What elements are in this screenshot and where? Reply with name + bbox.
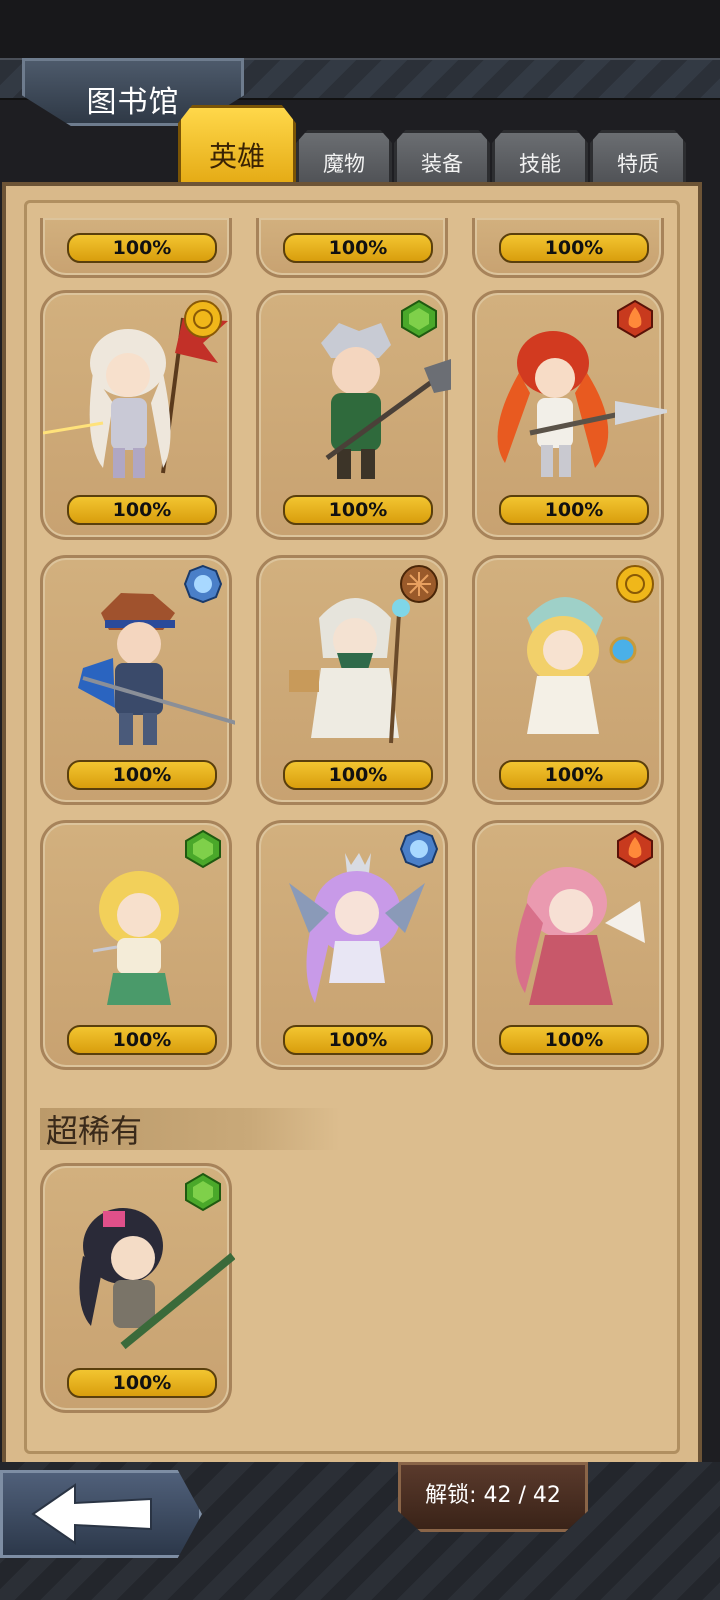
hero-card[interactable]: 100% (472, 555, 664, 805)
hero-card[interactable]: 100% (472, 820, 664, 1070)
tab-monsters[interactable]: 魔物 (296, 130, 392, 189)
hero-card-partial[interactable]: 100% (40, 218, 232, 278)
light-sun-icon (616, 565, 654, 603)
unlock-counter: 解锁: 42 / 42 (425, 1483, 561, 1508)
tab-skills[interactable]: 技能 (492, 130, 588, 189)
section-title: 超稀有 (46, 1112, 143, 1150)
hero-card[interactable]: 100% (472, 290, 667, 540)
progress-label: 100% (283, 760, 433, 790)
back-arrow-icon (31, 1483, 152, 1545)
hero-card[interactable]: 100% (256, 555, 448, 805)
progress-label: 100% (67, 1025, 217, 1055)
back-button[interactable] (0, 1470, 202, 1558)
progress-label: 100% (67, 495, 217, 525)
earth-rune-icon (400, 565, 438, 603)
unlock-counter-plate: 解锁: 42 / 42 (398, 1462, 588, 1532)
tab-equipment[interactable]: 装备 (394, 130, 490, 189)
top-dark-area (0, 0, 720, 60)
hero-card[interactable]: 100% (256, 820, 448, 1070)
hero-card[interactable]: 100% (40, 1163, 235, 1413)
progress-label: 100% (283, 233, 433, 263)
hero-card[interactable]: 100% (40, 290, 232, 540)
progress-label: 100% (499, 495, 649, 525)
progress-label: 100% (67, 1368, 217, 1398)
water-frost-icon (183, 564, 223, 604)
hero-card-partial[interactable]: 100% (256, 218, 448, 278)
fire-flame-icon (617, 299, 653, 339)
tab-heroes[interactable]: 英雄 (178, 105, 296, 188)
progress-label: 100% (67, 233, 217, 263)
hero-card[interactable]: 100% (256, 290, 451, 540)
light-sun-icon (184, 300, 222, 338)
hero-card-partial[interactable]: 100% (472, 218, 664, 278)
tab-traits[interactable]: 特质 (590, 130, 686, 189)
water-frost-icon (399, 829, 439, 869)
progress-label: 100% (283, 1025, 433, 1055)
hero-card[interactable]: 100% (40, 555, 235, 805)
nature-leaf-icon (185, 829, 221, 869)
progress-label: 100% (67, 760, 217, 790)
fire-flame-icon (617, 829, 653, 869)
progress-label: 100% (499, 1025, 649, 1055)
nature-leaf-icon (185, 1172, 221, 1212)
progress-label: 100% (499, 760, 649, 790)
hero-card[interactable]: 100% (40, 820, 232, 1070)
nature-leaf-icon (401, 299, 437, 339)
progress-label: 100% (283, 495, 433, 525)
progress-label: 100% (499, 233, 649, 263)
